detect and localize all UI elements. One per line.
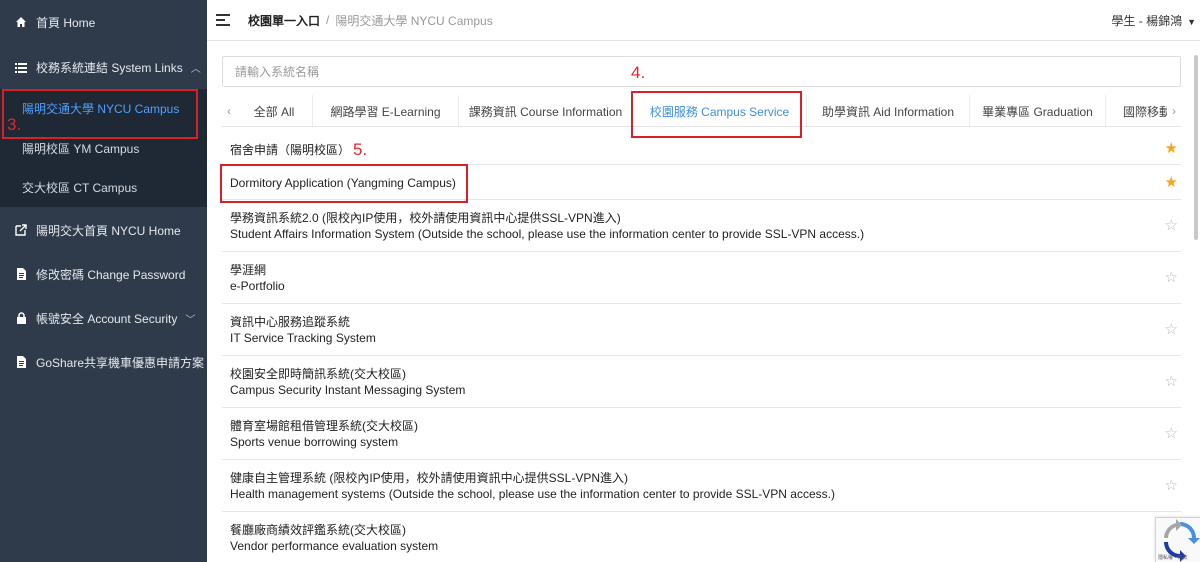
category-tabs: ‹ 全部 All 網路學習 E-Learning 課務資訊 Course Inf… (222, 95, 1181, 127)
item-title: 宿舍申請（陽明校區） (230, 143, 351, 157)
submenu-item-nycu-campus[interactable]: 陽明交通大學 NYCU Campus (0, 89, 207, 127)
sidebar-item-label: 校務系統連結 System Links (36, 60, 183, 75)
item-title-zh: 資訊中心服務追蹤系統 (230, 315, 351, 329)
chevron-up-icon: ︿ (190, 63, 201, 75)
tab-course-information[interactable]: 課務資訊 Course Information (459, 95, 633, 126)
tab-label: 畢業專區 Graduation (982, 104, 1093, 119)
tab-label: 助學資訊 Aid Information (821, 104, 955, 119)
list-item[interactable]: Dormitory Application (Yangming Campus) … (222, 165, 1181, 200)
submenu-item-ym-campus[interactable]: 陽明校區 YM Campus (0, 129, 207, 167)
user-name: 學生 - 楊錦鴻 (1111, 13, 1183, 28)
item-title-zh: 學務資訊系統2.0 (限校內IP使用，校外請使用資訊中心提供SSL-VPN進入) (230, 211, 621, 225)
breadcrumb-current: 陽明交通大學 NYCU Campus (335, 13, 493, 28)
tabs-scroll-left-icon[interactable]: ‹ (222, 95, 236, 126)
system-search-input[interactable] (222, 56, 1181, 87)
item-title-zh: 餐廳廠商績效評鑑系統(交大校區) (230, 523, 406, 537)
breadcrumb-separator: / (326, 13, 330, 27)
list-item[interactable]: 餐廳廠商績效評鑑系統(交大校區) Vendor performance eval… (222, 512, 1181, 562)
list-item[interactable]: 校園安全即時簡訊系統(交大校區) Campus Security Instant… (222, 356, 1181, 408)
list-item[interactable]: 體育室場館租借管理系統(交大校區) Sports venue borrowing… (222, 408, 1181, 460)
tab-label: 網路學習 E-Learning (330, 104, 441, 119)
sidebar-item-label: 帳號安全 Account Security (36, 311, 178, 326)
item-title-zh: 校園安全即時簡訊系統(交大校區) (230, 367, 406, 381)
user-menu[interactable]: 學生 - 楊錦鴻 ▼ (1111, 12, 1196, 29)
tab-label: 國際移動 (1123, 104, 1172, 119)
sidebar-item-label: GoShare共享機車優惠申請方案 (36, 355, 205, 370)
recaptcha-badge[interactable]: 隱私權 - 條款 (1155, 517, 1200, 562)
item-title-zh: 學涯網 (230, 263, 267, 277)
menu-toggle-icon[interactable] (216, 14, 230, 26)
item-title: Dormitory Application (Yangming Campus) (230, 176, 456, 190)
tabs-scroll-right-icon[interactable]: › (1167, 95, 1181, 126)
star-outline-icon[interactable]: ☆ (1165, 478, 1178, 493)
breadcrumb-root[interactable]: 校園單一入口 (248, 12, 320, 29)
document-icon (14, 267, 28, 281)
submenu-label: 陽明交通大學 NYCU Campus (22, 101, 180, 116)
item-title-en: Health management systems (Outside the s… (230, 487, 835, 501)
sidebar-item-change-password[interactable]: 修改密碼 Change Password (0, 252, 207, 296)
sidebar-item-label: 陽明交大首頁 NYCU Home (36, 223, 181, 238)
tab-aid-information[interactable]: 助學資訊 Aid Information (807, 95, 970, 126)
list-icon (14, 60, 28, 74)
item-title-en: Sports venue borrowing system (230, 435, 399, 449)
item-title-zh: 健康自主管理系統 (限校內IP使用，校外請使用資訊中心提供SSL-VPN進入) (230, 471, 629, 485)
annotation-label-5: 5. (353, 140, 368, 159)
home-icon (14, 15, 28, 29)
tab-label: 全部 All (253, 104, 295, 119)
sidebar-item-nycu-home[interactable]: 陽明交大首頁 NYCU Home (0, 208, 207, 252)
tab-e-learning[interactable]: 網路學習 E-Learning (313, 95, 459, 126)
item-title-en: Vendor performance evaluation system (230, 539, 439, 553)
sidebar-item-account-security[interactable]: 帳號安全 Account Security ﹀ (0, 296, 207, 340)
item-title-en: Student Affairs Information System (Outs… (230, 227, 865, 241)
sidebar-item-label: 修改密碼 Change Password (36, 267, 186, 282)
caret-down-icon: ▼ (1187, 16, 1196, 27)
star-outline-icon[interactable]: ☆ (1165, 218, 1178, 233)
sidebar-item-goshare[interactable]: GoShare共享機車優惠申請方案 (0, 340, 207, 384)
sidebar-item-home[interactable]: 首頁 Home (0, 0, 207, 44)
tab-campus-service[interactable]: 校園服務 Campus Service (633, 95, 807, 126)
sidebar-item-system-links[interactable]: 校務系統連結 System Links ︿ (0, 45, 207, 89)
scrollbar-thumb[interactable] (1194, 55, 1198, 240)
top-bar: 校園單一入口 / 陽明交通大學 NYCU Campus 學生 - 楊錦鴻 ▼ (207, 0, 1200, 41)
star-outline-icon[interactable]: ☆ (1165, 322, 1178, 337)
submenu-label: 交大校區 CT Campus (22, 180, 138, 195)
annotation-label-3: 3. (7, 115, 22, 134)
tab-graduation[interactable]: 畢業專區 Graduation (970, 95, 1106, 126)
list-item[interactable]: 學涯網 e-Portfolio ☆ (222, 252, 1181, 304)
star-filled-icon[interactable]: ★ (1165, 141, 1178, 156)
chevron-down-icon: ﹀ (185, 314, 196, 326)
annotation-label-4: 4. (631, 63, 646, 82)
item-title-zh: 體育室場館租借管理系統(交大校區) (230, 419, 418, 433)
sidebar: 首頁 Home 校務系統連結 System Links ︿ 陽明交通大學 NYC… (0, 0, 207, 562)
star-outline-icon[interactable]: ☆ (1165, 426, 1178, 441)
tab-label: 課務資訊 Course Information (468, 104, 623, 119)
list-item[interactable]: 資訊中心服務追蹤系統 IT Service Tracking System ☆ (222, 304, 1181, 356)
item-title-en: Campus Security Instant Messaging System (230, 383, 466, 397)
list-item[interactable]: 學務資訊系統2.0 (限校內IP使用，校外請使用資訊中心提供SSL-VPN進入)… (222, 200, 1181, 252)
recaptcha-terms-text[interactable]: 隱私權 - 條款 (1158, 555, 1187, 561)
document-icon (14, 355, 28, 369)
external-link-icon (14, 223, 28, 237)
star-outline-icon[interactable]: ☆ (1165, 374, 1178, 389)
tab-all[interactable]: 全部 All (236, 95, 313, 126)
submenu-label: 陽明校區 YM Campus (22, 141, 140, 156)
main-panel: ‹ 全部 All 網路學習 E-Learning 課務資訊 Course Inf… (207, 41, 1200, 562)
sidebar-item-label: 首頁 Home (36, 15, 96, 30)
list-item[interactable]: 健康自主管理系統 (限校內IP使用，校外請使用資訊中心提供SSL-VPN進入) … (222, 460, 1181, 512)
submenu-item-ct-campus[interactable]: 交大校區 CT Campus (0, 168, 207, 206)
item-title-en: e-Portfolio (230, 279, 285, 293)
item-title-en: IT Service Tracking System (230, 331, 376, 345)
page-scrollbar[interactable] (1192, 41, 1200, 562)
system-links-submenu: 陽明交通大學 NYCU Campus 陽明校區 YM Campus 交大校區 C… (0, 89, 207, 207)
star-filled-icon[interactable]: ★ (1165, 175, 1178, 190)
tab-label: 校園服務 Campus Service (649, 104, 790, 119)
star-outline-icon[interactable]: ☆ (1165, 270, 1178, 285)
lock-icon (14, 311, 28, 325)
